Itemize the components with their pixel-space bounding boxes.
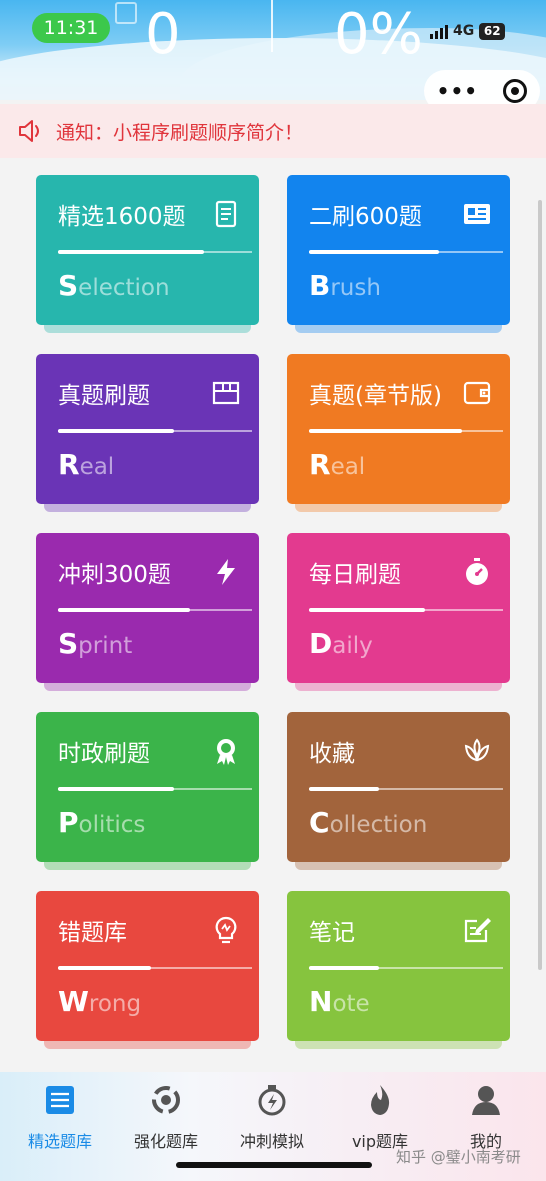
card-shadow bbox=[44, 325, 251, 333]
card-subtitle: Real bbox=[309, 448, 366, 481]
card-shadow bbox=[295, 325, 502, 333]
user-icon bbox=[468, 1082, 504, 1118]
card-subtitle: Note bbox=[309, 985, 370, 1018]
card-subtitle: Wrong bbox=[58, 985, 142, 1018]
status-time: 11:31 bbox=[32, 13, 110, 43]
card-shadow bbox=[295, 1041, 502, 1049]
edit-note-icon bbox=[462, 915, 492, 945]
progress-fill bbox=[58, 429, 174, 433]
lotus-icon bbox=[462, 736, 492, 766]
signal-icon bbox=[430, 23, 448, 39]
header-divider bbox=[271, 0, 273, 52]
watermark: 知乎 @璧小南考研 bbox=[396, 1148, 521, 1166]
module-card[interactable]: 二刷600题 Brush bbox=[287, 175, 510, 333]
notice-bar[interactable]: 通知：小程序刷题顺序简介！ bbox=[0, 104, 546, 158]
card-shadow bbox=[44, 683, 251, 691]
card-shadow bbox=[295, 504, 502, 512]
module-card[interactable]: 每日刷题 Daily bbox=[287, 533, 510, 691]
card-subtitle: Brush bbox=[309, 269, 381, 302]
grid-box-icon bbox=[211, 378, 241, 408]
card-subtitle: Daily bbox=[309, 627, 373, 660]
module-card[interactable]: 时政刷题 Politics bbox=[36, 712, 259, 870]
close-target-icon[interactable] bbox=[503, 79, 528, 103]
count-left: 0 bbox=[145, 2, 181, 67]
status-indicators: 4G 62 bbox=[430, 20, 506, 42]
lightning-icon bbox=[211, 557, 241, 587]
card-shadow bbox=[295, 862, 502, 870]
tab-item[interactable]: vip题库 bbox=[330, 1082, 430, 1152]
tab-label: 强化题库 bbox=[133, 1132, 198, 1151]
card-shadow bbox=[295, 683, 502, 691]
card-title: 错题库 bbox=[58, 920, 127, 946]
wallet-icon bbox=[462, 378, 492, 408]
stopwatch-icon bbox=[462, 557, 492, 587]
count-right: 0% bbox=[334, 2, 423, 67]
module-card[interactable]: 精选1600题 Selection bbox=[36, 175, 259, 333]
card-title: 二刷600题 bbox=[309, 204, 422, 230]
card-subtitle: Real bbox=[58, 448, 115, 481]
card-title: 精选1600题 bbox=[58, 204, 186, 230]
lightbulb-icon bbox=[211, 915, 241, 945]
speaker-icon bbox=[19, 120, 39, 142]
progress-fill bbox=[309, 966, 379, 970]
timer-icon bbox=[254, 1082, 290, 1118]
card-shadow bbox=[44, 504, 251, 512]
module-card[interactable]: 冲刺300题 Sprint bbox=[36, 533, 259, 691]
card-title: 冲刺300题 bbox=[58, 562, 171, 588]
card-title: 笔记 bbox=[309, 920, 355, 946]
card-title: 收藏 bbox=[309, 741, 355, 767]
home-indicator bbox=[176, 1162, 372, 1168]
tab-label: 冲刺模拟 bbox=[239, 1132, 304, 1151]
module-card[interactable]: 真题(章节版) Real bbox=[287, 354, 510, 512]
card-title: 真题刷题 bbox=[58, 383, 150, 409]
award-icon bbox=[211, 736, 241, 766]
progress-fill bbox=[309, 787, 379, 791]
progress-fill bbox=[309, 250, 439, 254]
tab-item[interactable]: 我的 bbox=[436, 1082, 536, 1152]
document-icon bbox=[211, 199, 241, 229]
progress-fill bbox=[58, 787, 174, 791]
progress-fill bbox=[58, 966, 151, 970]
progress-fill bbox=[309, 608, 425, 612]
network-label: 4G bbox=[453, 23, 475, 39]
card-shadow bbox=[44, 1041, 251, 1049]
card-subtitle: Sprint bbox=[58, 627, 133, 660]
tab-item[interactable]: 精选题库 bbox=[10, 1082, 110, 1152]
battery-icon: 62 bbox=[479, 22, 506, 40]
card-shadow bbox=[44, 862, 251, 870]
scrollbar[interactable] bbox=[538, 200, 542, 970]
card-subtitle: Politics bbox=[58, 806, 146, 839]
module-card[interactable]: 笔记 Note bbox=[287, 891, 510, 1049]
circle-arrows-icon bbox=[148, 1082, 184, 1118]
id-card-icon bbox=[462, 199, 492, 229]
module-card[interactable]: 错题库 Wrong bbox=[36, 891, 259, 1049]
module-card[interactable]: 收藏 Collection bbox=[287, 712, 510, 870]
progress-fill bbox=[58, 608, 190, 612]
notice-text: 通知：小程序刷题顺序简介！ bbox=[56, 121, 304, 144]
module-card[interactable]: 真题刷题 Real bbox=[36, 354, 259, 512]
card-subtitle: Collection bbox=[309, 806, 428, 839]
card-title: 每日刷题 bbox=[309, 562, 401, 588]
tab-item[interactable]: 强化题库 bbox=[116, 1082, 216, 1152]
more-menu-icon[interactable]: ••• bbox=[437, 79, 478, 103]
tab-label: 精选题库 bbox=[27, 1132, 92, 1151]
progress-fill bbox=[309, 429, 462, 433]
progress-fill bbox=[58, 250, 204, 254]
card-subtitle: Selection bbox=[58, 269, 170, 302]
card-title: 时政刷题 bbox=[58, 741, 150, 767]
card-title: 真题(章节版) bbox=[309, 383, 442, 409]
list-icon bbox=[42, 1082, 78, 1118]
tab-item[interactable]: 冲刺模拟 bbox=[222, 1082, 322, 1152]
fire-icon bbox=[362, 1082, 398, 1118]
square-icon bbox=[115, 2, 137, 24]
